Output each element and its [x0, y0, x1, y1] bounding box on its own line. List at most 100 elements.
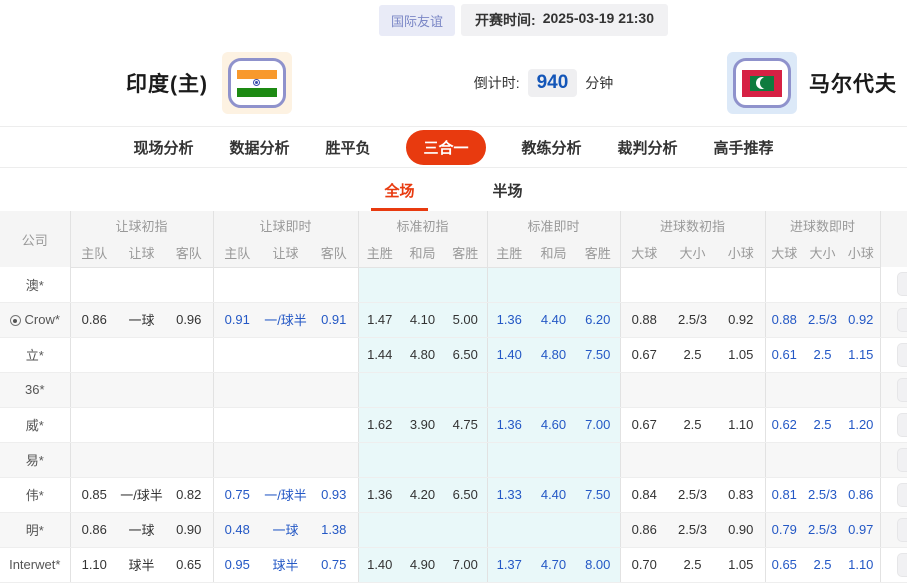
odds-cell — [118, 372, 165, 407]
odds-cell: 球半 — [118, 547, 165, 582]
odds-cell: 1.36 — [487, 407, 531, 442]
nav-tab-1[interactable]: 现场分析 — [133, 137, 193, 158]
odds-cell: 1.40 — [487, 337, 531, 372]
team-header: 印度(主) 倒计时: 940 分钟 马尔代夫 — [0, 40, 907, 126]
odds-cell: 8.00 — [576, 547, 620, 582]
odds-cell: 球半 — [261, 547, 310, 582]
odds-cell — [668, 442, 717, 477]
kickoff-info: 开赛时间: 2025-03-19 21:30 — [461, 4, 668, 36]
odds-cell: 1.37 — [487, 547, 531, 582]
nav-tab-2[interactable]: 数据分析 — [229, 137, 289, 158]
odds-cell — [401, 372, 444, 407]
odds-cell: 1.36 — [487, 302, 531, 337]
detail-button[interactable] — [897, 378, 907, 402]
detail-button[interactable] — [897, 308, 907, 332]
league-badge[interactable]: 国际友谊 — [379, 5, 455, 36]
odds-cell: 0.96 — [165, 302, 213, 337]
odds-cell — [444, 442, 487, 477]
odds-cell: 0.90 — [165, 512, 213, 547]
extra-cell — [880, 547, 907, 582]
detail-button[interactable] — [897, 272, 907, 296]
odds-cell: 0.48 — [213, 512, 261, 547]
nav-tab-7[interactable]: 高手推荐 — [714, 137, 774, 158]
odds-cell — [358, 442, 401, 477]
chakra-icon — [253, 79, 260, 86]
odds-cell: 2.5/3 — [668, 512, 717, 547]
odds-cell: 6.50 — [444, 477, 487, 512]
detail-button[interactable] — [897, 343, 907, 367]
table-row: Crow*0.86一球0.960.91一/球半0.911.474.105.001… — [0, 302, 907, 337]
sub-header-2-2: 让球 — [261, 239, 310, 267]
odds-cell: 0.62 — [765, 407, 803, 442]
odds-cell: 6.20 — [576, 302, 620, 337]
nav-tab-6[interactable]: 裁判分析 — [618, 137, 678, 158]
odds-cell: 4.60 — [531, 407, 576, 442]
sub-header-1-1: 主队 — [70, 239, 118, 267]
detail-button[interactable] — [897, 483, 907, 507]
odds-cell: 0.88 — [765, 302, 803, 337]
odds-cell — [358, 512, 401, 547]
odds-cell: 7.00 — [444, 547, 487, 582]
subtab-1[interactable]: 全场 — [371, 180, 427, 211]
odds-cell: 2.5/3 — [668, 477, 717, 512]
odds-cell — [444, 267, 487, 302]
odds-cell: 0.79 — [765, 512, 803, 547]
extra-cell — [880, 302, 907, 337]
nav-tab-3[interactable]: 胜平负 — [325, 137, 370, 158]
odds-cell — [165, 442, 213, 477]
sub-header-6-1: 大球 — [765, 239, 803, 267]
odds-cell: 一/球半 — [261, 477, 310, 512]
odds-cell: 4.10 — [401, 302, 444, 337]
table-row: 伟*0.85一/球半0.820.75一/球半0.931.364.206.501.… — [0, 477, 907, 512]
odds-cell — [531, 267, 576, 302]
detail-button[interactable] — [897, 553, 907, 577]
odds-cell: 1.38 — [310, 512, 358, 547]
sub-header-4-3: 客胜 — [576, 239, 620, 267]
odds-cell: 0.70 — [620, 547, 668, 582]
odds-cell: 1.33 — [487, 477, 531, 512]
odds-cell: 4.90 — [401, 547, 444, 582]
countdown-value: 940 — [528, 69, 578, 97]
odds-cell — [70, 267, 118, 302]
odds-cell: 2.5/3 — [668, 302, 717, 337]
nav-tab-4[interactable]: 三合一 — [406, 130, 485, 165]
odds-cell: 2.5/3 — [803, 512, 842, 547]
odds-cell — [401, 512, 444, 547]
odds-cell — [165, 372, 213, 407]
kickoff-label: 开赛时间: — [475, 10, 536, 30]
detail-button[interactable] — [897, 518, 907, 542]
company-cell: 澳* — [0, 267, 70, 302]
odds-cell: 3.90 — [401, 407, 444, 442]
odds-cell — [358, 267, 401, 302]
odds-cell: 0.67 — [620, 407, 668, 442]
odds-cell: 0.65 — [165, 547, 213, 582]
odds-cell — [70, 372, 118, 407]
company-cell: 易* — [0, 442, 70, 477]
odds-cell — [765, 267, 803, 302]
odds-cell: 6.50 — [444, 337, 487, 372]
countdown-label: 倒计时: — [474, 73, 520, 93]
odds-cell: 一/球半 — [261, 302, 310, 337]
odds-cell — [620, 267, 668, 302]
odds-cell — [70, 442, 118, 477]
odds-cell: 1.05 — [717, 547, 765, 582]
table-row: 威*1.623.904.751.364.607.000.672.51.100.6… — [0, 407, 907, 442]
odds-cell — [444, 372, 487, 407]
kickoff-time: 2025-03-19 21:30 — [543, 10, 654, 30]
odds-cell — [165, 337, 213, 372]
detail-button[interactable] — [897, 448, 907, 472]
sub-header-5-3: 小球 — [717, 239, 765, 267]
odds-cell: 0.65 — [765, 547, 803, 582]
subtab-2[interactable]: 半场 — [480, 180, 536, 211]
odds-cell: 1.10 — [717, 407, 765, 442]
extra-cell — [880, 512, 907, 547]
group-header-4: 标准即时 — [487, 211, 620, 239]
nav-tab-5[interactable]: 教练分析 — [522, 137, 582, 158]
odds-cell — [165, 407, 213, 442]
detail-button[interactable] — [897, 413, 907, 437]
odds-cell — [717, 267, 765, 302]
odds-cell — [70, 337, 118, 372]
odds-cell: 4.40 — [531, 302, 576, 337]
odds-cell — [310, 372, 358, 407]
odds-cell: 0.97 — [842, 512, 880, 547]
